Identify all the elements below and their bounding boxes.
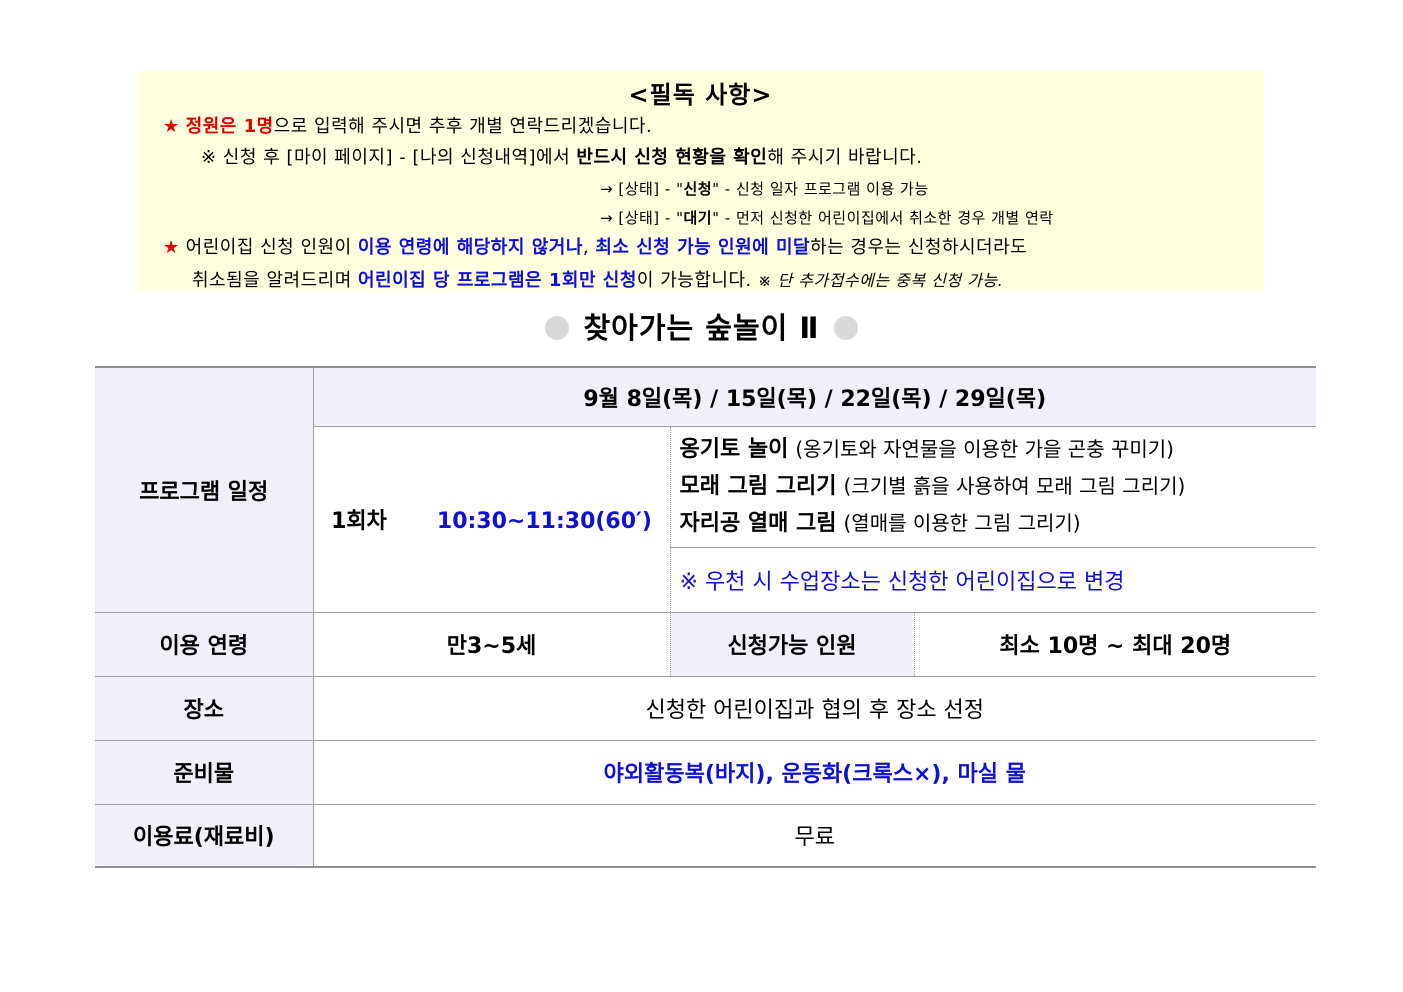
place-label: 장소 — [95, 675, 313, 741]
capacity-label: 신청가능 인원 — [669, 611, 914, 677]
place-value: 신청한 어린이집과 협의 후 장소 선정 — [312, 675, 1317, 741]
program-title: 찾아가는 숲놀이 Ⅱ — [583, 311, 820, 345]
activity-list: 옹기토 놀이 (옹기토와 자연물을 이용한 가을 곤충 꾸미기) 모래 그림 그… — [669, 425, 1317, 548]
circle-bullet-icon — [833, 316, 858, 340]
program-info-table: 프로그램 일정 9월 8일(목) / 15일(목) / 22일(목) / 29일… — [95, 366, 1317, 868]
star-icon: ★ — [163, 116, 180, 137]
session-time: 10:30~11:30(60′) — [436, 509, 652, 534]
notice-line-4: → [상태] - "대기" - 먼저 신청한 어린이집에서 취소한 경우 개별 … — [600, 209, 1054, 227]
activity-item: 모래 그림 그리기 (크기별 흙을 사용하여 모래 그림 그리기) — [679, 474, 1186, 499]
circle-bullet-icon — [545, 316, 570, 340]
activity-item: 자리공 열매 그림 (열매를 이용한 그림 그리기) — [679, 511, 1081, 536]
activity-item: 옹기토 놀이 (옹기토와 자연물을 이용한 가을 곤충 꾸미기) — [679, 437, 1174, 462]
rain-note: ※ 우천 시 수업장소는 신청한 어린이집으로 변경 — [669, 546, 1317, 613]
age-value: 만3~5세 — [312, 611, 670, 677]
notice-title: <필독 사항> — [628, 81, 773, 109]
fee-value: 무료 — [312, 803, 1317, 868]
notice-line-5: ★ 어린이집 신청 인원이 이용 연령에 해당하지 않거나, 최소 신청 가능 인… — [163, 237, 1028, 258]
notice-line-3: → [상태] - "신청" - 신청 일자 프로그램 이용 가능 — [600, 180, 929, 198]
age-label: 이용 연령 — [95, 611, 313, 677]
prep-label: 준비물 — [95, 739, 313, 805]
notice-line-2: ※ 신청 후 [마이 페이지] - [나의 신청내역]에서 반드시 신청 현황을… — [201, 147, 923, 168]
star-icon: ★ — [163, 237, 180, 258]
session-cell: 1회차 10:30~11:30(60′) — [312, 425, 670, 613]
schedule-label: 프로그램 일정 — [95, 366, 313, 613]
prep-value: 야외활동복(바지), 운동화(크록스×), 마실 물 — [312, 739, 1317, 805]
schedule-dates: 9월 8일(목) / 15일(목) / 22일(목) / 29일(목) — [312, 366, 1317, 427]
session-label: 1회차 — [331, 509, 387, 534]
notice-line-6: 취소됨을 알려드리며 어린이집 당 프로그램은 1회만 신청이 가능합니다. ※… — [192, 270, 1004, 291]
capacity-value: 최소 10명 ~ 최대 20명 — [913, 611, 1317, 677]
notice-box: <필독 사항> ★ 정원은 1명으로 입력해 주시면 추후 개별 연락드리겠습니다… — [137, 71, 1264, 292]
fee-label: 이용료(재료비) — [95, 803, 313, 868]
notice-line-1: ★ 정원은 1명으로 입력해 주시면 추후 개별 연락드리겠습니다. — [163, 116, 653, 137]
program-heading: 찾아가는 숲놀이 Ⅱ — [0, 305, 1403, 347]
